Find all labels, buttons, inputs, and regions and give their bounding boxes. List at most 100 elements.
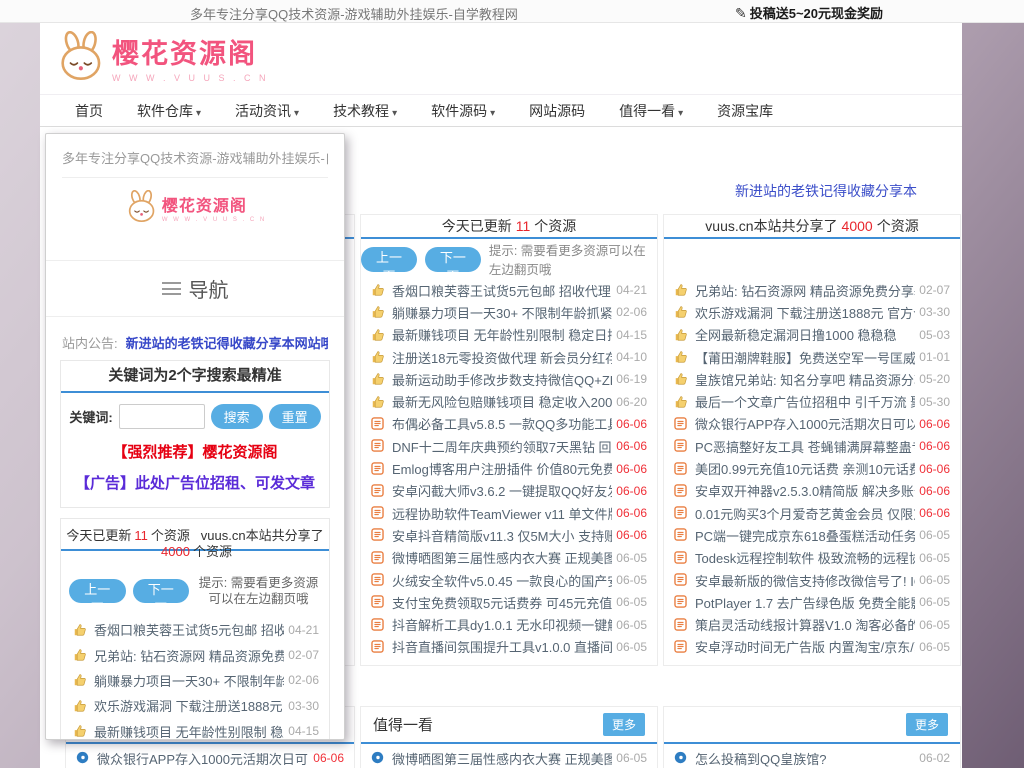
item-title[interactable]: Emlog博客用户注册插件 价值80元免费分享 <box>392 459 612 478</box>
panel-logo[interactable]: 樱花资源阁 W W W . V U U S . C N <box>46 178 344 236</box>
item-title[interactable]: 香烟口粮芙蓉王试货5元包邮 招收代理 <box>392 281 612 300</box>
list-item[interactable]: 微博晒图第三届性感内衣大赛 正规美图等你欣06-05 <box>371 547 647 569</box>
nav-item-0[interactable]: 首页 <box>58 101 120 121</box>
list-item[interactable]: 最新赚钱项目 无年龄性别限制 稳定日撸300+04-15 <box>371 324 647 346</box>
list-item[interactable]: 最新赚钱项目 无年龄性别限制 稳定日撸04-15 <box>73 719 319 740</box>
list-item[interactable]: 远程协助软件TeamViewer v11 单文件版 方便06-06 <box>371 502 647 524</box>
list-item[interactable]: 注册送18元零投资做代理 新会员分红存100004-10 <box>371 346 647 368</box>
list-item[interactable]: 抖音直播间氛围提升工具v1.0.0 直播间自动发06-05 <box>371 636 647 658</box>
item-title[interactable]: 全网最新稳定漏洞日撸1000 稳稳稳 <box>695 325 915 344</box>
item-title[interactable]: 抖音直播间氛围提升工具v1.0.0 直播间自动发 <box>392 637 612 656</box>
more-button[interactable]: 更多 <box>906 713 948 736</box>
list-item[interactable]: 安卓最新版的微信支持修改微信号了! IOS版06-05 <box>674 569 950 591</box>
item-title[interactable]: 微博晒图第三届性感内衣大赛 正规美图等你欣 <box>392 548 612 567</box>
item-title[interactable]: 兄弟站: 钻石资源网 精品资源免费分享基地 <box>695 281 915 300</box>
list-item[interactable]: PC恶搞整好友工具 苍蝇铺满屏幕整蛊专家 效06-06 <box>674 435 950 457</box>
nav-item-2[interactable]: 活动资讯▾ <box>218 101 316 121</box>
list-item[interactable]: 策启灵活动线报计算器V1.0 淘客必备的一款软06-05 <box>674 613 950 635</box>
notice-text[interactable]: 新进站的老铁记得收藏分享本网站哦! 还 <box>126 333 328 352</box>
item-title[interactable]: PotPlayer 1.7 去广告绿色版 免费全能影音播 <box>695 593 915 612</box>
list-item[interactable]: 欢乐游戏漏洞 下载注册送1888元 官方合03-30 <box>73 693 319 718</box>
item-title[interactable]: 躺赚暴力项目一天30+ 不限制年龄抓紧上车 <box>392 303 612 322</box>
item-title[interactable]: 躺赚暴力项目一天30+ 不限制年龄抓紧上 <box>94 671 284 690</box>
site-logo[interactable]: 樱花资源阁 W W W . V U U S . C N <box>54 31 269 83</box>
panel-nav-toggle[interactable]: 导航 <box>46 260 344 317</box>
list-item[interactable]: 皇族馆兄弟站: 知名分享吧 精品资源分享基地05-20 <box>674 368 950 390</box>
nav-item-5[interactable]: 网站源码 <box>512 101 602 121</box>
item-title[interactable]: 注册送18元零投资做代理 新会员分红存1000 <box>392 348 612 367</box>
item-title[interactable]: 布偶必备工具v5.8.5 一款QQ多功能工具软件 <box>392 414 612 433</box>
item-title[interactable]: 微众银行APP存入1000元活期次日可以获得无 <box>695 414 915 433</box>
item-title[interactable]: 最新运动助手修改步数支持微信QQ+ZFB步 <box>392 370 612 389</box>
list-item[interactable]: 香烟口粮芙蓉王试货5元包邮 招收代理04-21 <box>371 279 647 301</box>
list-item[interactable]: 抖音解析工具dy1.0.1 无水印视频一键解析软件06-05 <box>371 613 647 635</box>
item-title[interactable]: 安卓最新版的微信支持修改微信号了! IOS版 <box>695 571 915 590</box>
list-item[interactable]: PotPlayer 1.7 去广告绿色版 免费全能影音播06-05 <box>674 591 950 613</box>
list-item[interactable]: 最新无风险包赔赚钱项目 稳定收入200-500元06-20 <box>371 390 647 412</box>
list-item[interactable]: 微博晒图第三届性感内衣大赛 正规美图等你欣赏06-05 <box>371 746 647 768</box>
submit-reward-link[interactable]: ✎投稿送5~20元现金奖励 <box>735 3 883 22</box>
list-item[interactable]: 安卓闪截大师v3.6.2 一键提取QQ好友发的闪图06-06 <box>371 480 647 502</box>
item-title[interactable]: 支付宝免费领取5元话费券 可45元充值三网50 <box>392 593 612 612</box>
item-title[interactable]: PC恶搞整好友工具 苍蝇铺满屏幕整蛊专家 效 <box>695 437 915 456</box>
search-button[interactable]: 搜索 <box>211 404 263 429</box>
list-item[interactable]: 躺赚暴力项目一天30+ 不限制年龄抓紧上车02-06 <box>371 301 647 323</box>
nav-item-7[interactable]: 资源宝库 <box>700 101 790 121</box>
list-item[interactable]: Emlog博客用户注册插件 价值80元免费分享06-06 <box>371 457 647 479</box>
nav-item-3[interactable]: 技术教程▾ <box>316 101 414 121</box>
item-title[interactable]: 最新无风险包赔赚钱项目 稳定收入200-500元 <box>392 392 612 411</box>
list-item[interactable]: 香烟口粮芙蓉王试货5元包邮 招收代理04-21 <box>73 617 319 642</box>
list-item[interactable]: 全网最新稳定漏洞日撸1000 稳稳稳05-03 <box>674 324 950 346</box>
item-title[interactable]: 最后一个文章广告位招租中 引千万流 聚八方 <box>695 392 915 411</box>
item-title[interactable]: 策启灵活动线报计算器V1.0 淘客必备的一款软 <box>695 615 915 634</box>
recommend-ad-link[interactable]: 【强烈推荐】樱花资源阁 <box>61 441 329 462</box>
item-title[interactable]: 安卓闪截大师v3.6.2 一键提取QQ好友发的闪图 <box>392 481 612 500</box>
list-item[interactable]: 兄弟站: 钻石资源网 精品资源免费分享基02-07 <box>73 642 319 667</box>
item-title[interactable]: 最新赚钱项目 无年龄性别限制 稳定日撸 <box>94 722 284 740</box>
prev-page-button[interactable]: 上一页 <box>361 247 417 272</box>
item-title[interactable]: 欢乐游戏漏洞 下载注册送1888元 官方合 <box>94 696 284 715</box>
list-item[interactable]: 躺赚暴力项目一天30+ 不限制年龄抓紧上02-06 <box>73 668 319 693</box>
item-title[interactable]: 抖音解析工具dy1.0.1 无水印视频一键解析软件 <box>392 615 612 634</box>
next-page-button[interactable]: 下一页 <box>133 579 190 603</box>
list-item[interactable]: 安卓浮动时间无广告版 内置淘宝/京东/苏宁/招06-05 <box>674 636 950 658</box>
reset-button[interactable]: 重置 <box>269 404 321 429</box>
item-title[interactable]: DNF十二周年庆典预约领取7天黑钻 回归用户 <box>392 437 612 456</box>
nav-item-4[interactable]: 软件源码▾ <box>414 101 512 121</box>
item-title[interactable]: 欢乐游戏漏洞 下载注册送1888元 官方合作 <box>695 303 915 322</box>
item-title[interactable]: 怎么投稿到QQ皇族馆? <box>695 749 915 768</box>
item-title[interactable]: 香烟口粮芙蓉王试货5元包邮 招收代理 <box>94 620 284 639</box>
list-item[interactable]: 安卓双开神器v2.5.3.0精简版 解决多账号切换06-06 <box>674 480 950 502</box>
list-item[interactable]: 美团0.99元充值10元话费 亲测10元话费秒到06-06 <box>674 457 950 479</box>
more-button[interactable]: 更多 <box>603 713 645 736</box>
item-title[interactable]: 安卓浮动时间无广告版 内置淘宝/京东/苏宁/招 <box>695 637 915 656</box>
list-item[interactable]: 布偶必备工具v5.8.5 一款QQ多功能工具软件06-06 <box>371 413 647 435</box>
item-title[interactable]: 火绒安全软件v5.0.45 一款良心的国产安全软件 <box>392 571 612 590</box>
list-item[interactable]: 0.01元购买3个月爱奇艺黄金会员 仅限京东白06-06 <box>674 502 950 524</box>
list-item[interactable]: 欢乐游戏漏洞 下载注册送1888元 官方合作03-30 <box>674 301 950 323</box>
list-item[interactable]: 微众银行APP存入1000元活期次日可以获得无门06-06 <box>76 746 344 768</box>
item-title[interactable]: 安卓抖音精简版v11.3 仅5M大小 支持账号登录 <box>392 526 612 545</box>
search-input[interactable] <box>119 404 205 429</box>
next-page-button[interactable]: 下一页 <box>425 247 481 272</box>
list-item[interactable]: 怎么投稿到QQ皇族馆?06-02 <box>674 746 950 768</box>
list-item[interactable]: 最后一个文章广告位招租中 引千万流 聚八方05-30 <box>674 390 950 412</box>
list-item[interactable]: 火绒安全软件v5.0.45 一款良心的国产安全软件06-05 <box>371 569 647 591</box>
nav-item-1[interactable]: 软件仓库▾ <box>120 101 218 121</box>
item-title[interactable]: 微博晒图第三届性感内衣大赛 正规美图等你欣赏 <box>392 749 612 768</box>
list-item[interactable]: PC端一键完成京东618叠蛋糕活动任务工具06-05 <box>674 524 950 546</box>
list-item[interactable]: 安卓抖音精简版v11.3 仅5M大小 支持账号登录06-06 <box>371 524 647 546</box>
advert-slot-link[interactable]: 【广告】此处广告位招租、可发文章 <box>61 472 329 493</box>
nav-item-6[interactable]: 值得一看▾ <box>602 101 700 121</box>
list-item[interactable]: Todesk远程控制软件 极致流畅的远程协助工具06-05 <box>674 547 950 569</box>
item-title[interactable]: 最新赚钱项目 无年龄性别限制 稳定日撸300+ <box>392 325 612 344</box>
list-item[interactable]: 【莆田潮牌鞋服】免费送空军一号匡威1970s01-01 <box>674 346 950 368</box>
list-item[interactable]: 支付宝免费领取5元话费券 可45元充值三网5006-05 <box>371 591 647 613</box>
item-title[interactable]: 美团0.99元充值10元话费 亲测10元话费秒到 <box>695 459 915 478</box>
list-item[interactable]: 兄弟站: 钻石资源网 精品资源免费分享基地02-07 <box>674 279 950 301</box>
list-item[interactable]: 最新运动助手修改步数支持微信QQ+ZFB步06-19 <box>371 368 647 390</box>
item-title[interactable]: Todesk远程控制软件 极致流畅的远程协助工具 <box>695 548 915 567</box>
item-title[interactable]: 0.01元购买3个月爱奇艺黄金会员 仅限京东白 <box>695 504 915 523</box>
prev-page-button[interactable]: 上一页 <box>69 579 126 603</box>
item-title[interactable]: 【莆田潮牌鞋服】免费送空军一号匡威1970s <box>695 348 915 367</box>
